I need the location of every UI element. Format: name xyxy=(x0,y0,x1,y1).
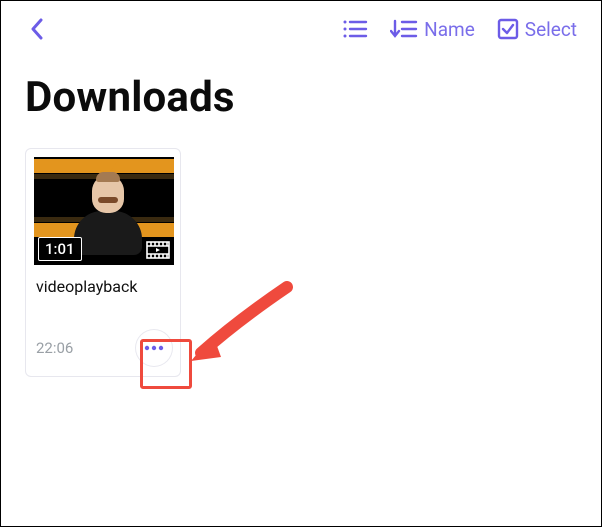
film-play-icon xyxy=(146,241,170,259)
page-title: Downloads xyxy=(1,57,601,130)
more-options-button[interactable] xyxy=(136,330,172,366)
back-button[interactable] xyxy=(17,9,57,49)
list-view-icon xyxy=(342,19,368,39)
chevron-left-icon xyxy=(30,18,44,40)
thumbnail-figure xyxy=(80,175,136,255)
video-thumbnail[interactable]: 1:01 xyxy=(34,157,174,265)
top-toolbar: Name Select xyxy=(1,1,601,57)
select-button[interactable]: Select xyxy=(491,14,583,45)
sort-button[interactable]: Name xyxy=(384,14,481,45)
select-label: Select xyxy=(525,18,577,41)
sort-label: Name xyxy=(424,18,475,41)
file-name: videoplayback xyxy=(34,273,172,298)
card-footer: 22:06 xyxy=(34,326,172,368)
sort-down-icon xyxy=(390,19,418,39)
file-card[interactable]: 1:01 videoplayback 22:06 xyxy=(25,148,181,377)
checkbox-icon xyxy=(497,18,519,40)
more-horizontal-icon xyxy=(144,345,164,351)
duration-badge: 1:01 xyxy=(38,237,82,261)
file-time: 22:06 xyxy=(36,339,73,357)
view-toggle-button[interactable] xyxy=(336,15,374,43)
files-grid: 1:01 videoplayback 22:06 xyxy=(1,130,601,395)
